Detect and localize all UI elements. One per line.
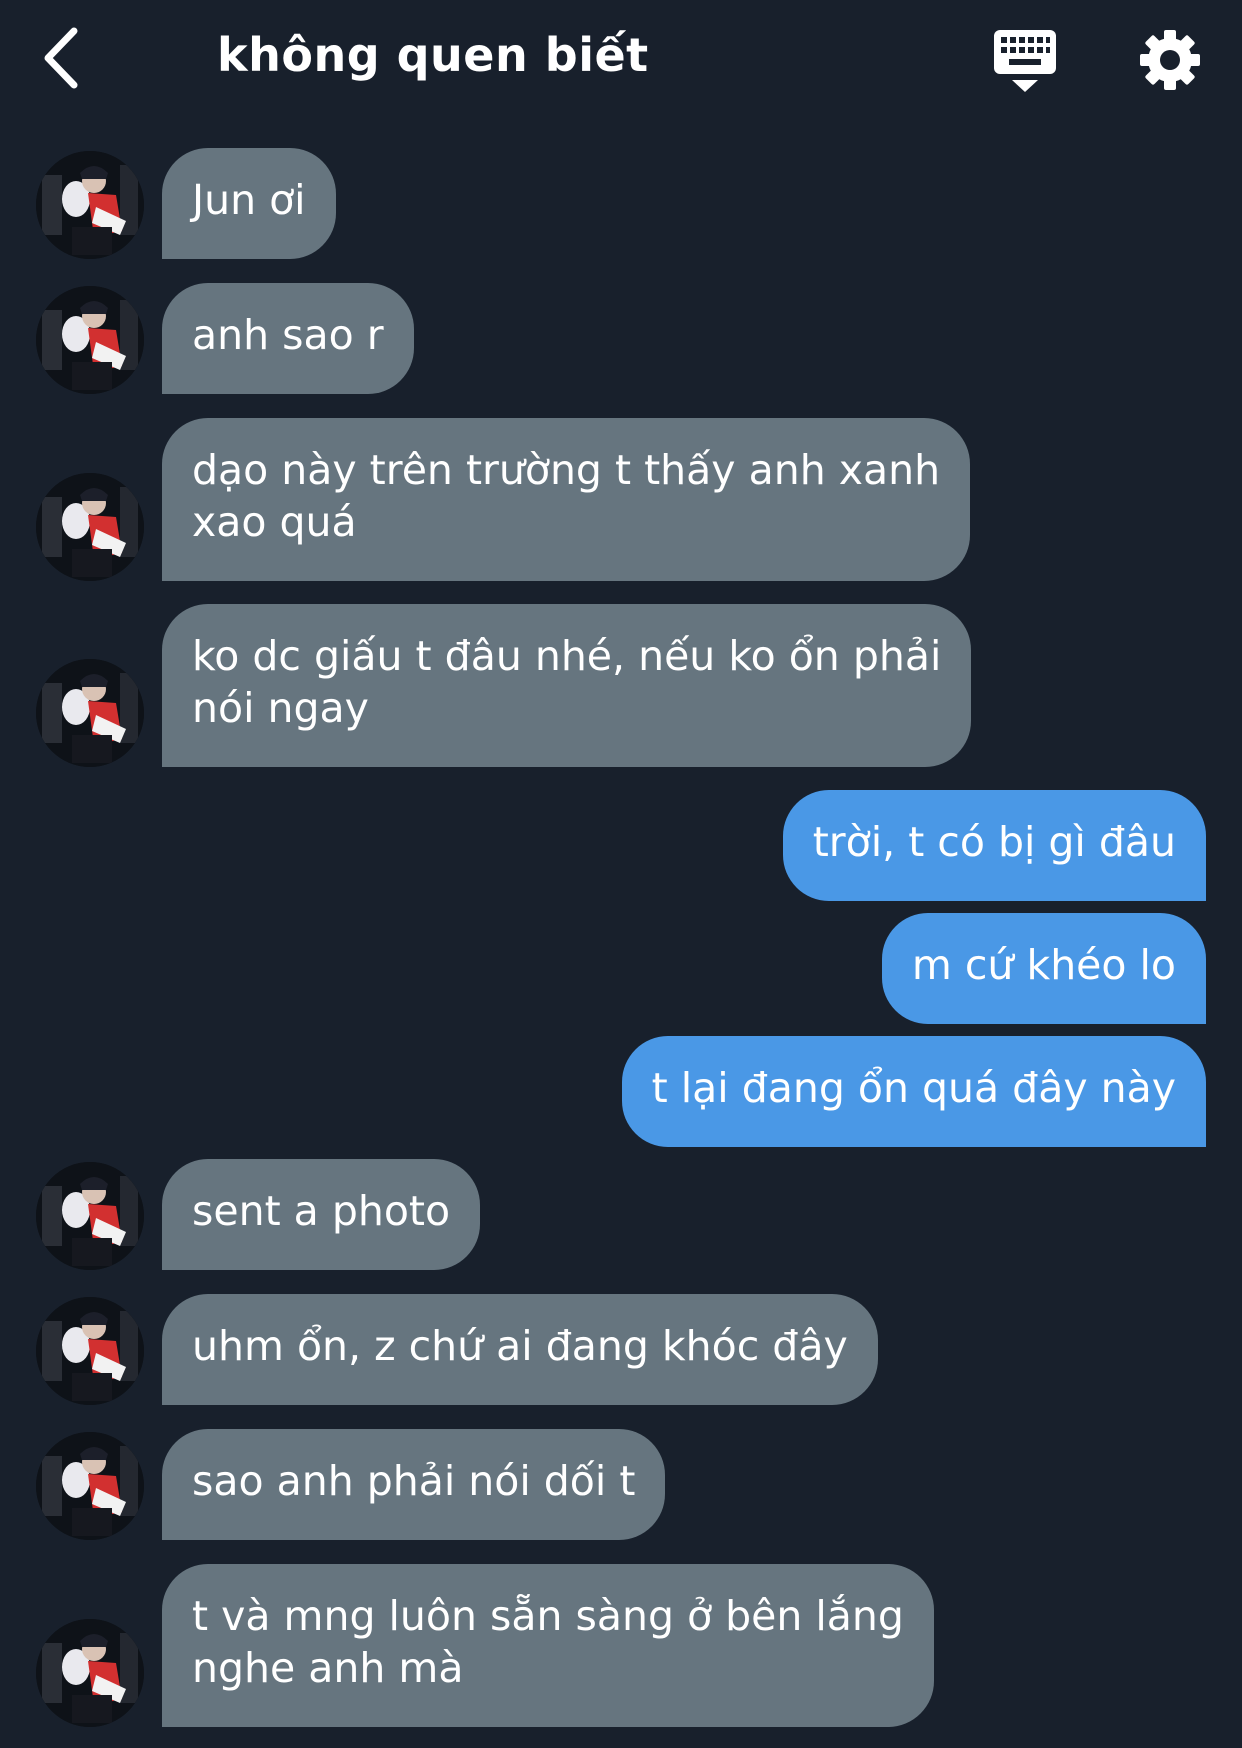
chat-screen: không quen biết Jun ơi anh sao r dạo này… — [0, 0, 1242, 1748]
message-bubble[interactable]: Jun ơi — [162, 148, 336, 259]
message-bubble[interactable]: dạo này trên trường t thấy anh xanh xao q… — [162, 418, 971, 581]
incoming-message: dạo này trên trường t thấy anh xanh xao q… — [0, 418, 1242, 581]
avatar[interactable] — [36, 473, 144, 581]
message-bubble[interactable]: ko dc giấu t đâu nhé, nếu ko ổn phải nói … — [162, 604, 972, 767]
message-text: ko dc giấu t đâu nhé, nếu ko ổn phải — [192, 632, 942, 680]
message-text: trời, t có bị gì đâu — [812, 818, 1176, 866]
message-text: dạo này trên trường t thấy anh xanh — [192, 446, 941, 494]
back-button[interactable] — [40, 25, 90, 91]
incoming-message: t và mng luôn sẵn sàng ở bên lắng nghe an… — [0, 1564, 1242, 1727]
avatar[interactable] — [36, 1162, 144, 1270]
incoming-message: sao anh phải nói dối t — [0, 1429, 1242, 1540]
keyboard-icon — [994, 30, 1056, 92]
message-text: Jun ơi — [192, 176, 306, 224]
avatar[interactable] — [36, 1297, 144, 1405]
outgoing-message: m cứ khéo lo — [0, 913, 1242, 1024]
message-bubble[interactable]: sent a photo — [162, 1159, 481, 1270]
message-bubble[interactable]: anh sao r — [162, 283, 414, 394]
outgoing-message: trời, t có bị gì đâu — [0, 790, 1242, 901]
message-bubble[interactable]: t lại đang ổn quá đây này — [621, 1036, 1206, 1147]
message-text: xao quá — [192, 498, 357, 546]
avatar[interactable] — [36, 1619, 144, 1727]
incoming-message: uhm ổn, z chứ ai đang khóc đây — [0, 1294, 1242, 1405]
chat-header: không quen biết — [0, 0, 1242, 120]
keyboard-button[interactable] — [993, 28, 1057, 94]
incoming-message: ko dc giấu t đâu nhé, nếu ko ổn phải nói … — [0, 604, 1242, 767]
message-bubble[interactable]: trời, t có bị gì đâu — [782, 790, 1206, 901]
message-text: uhm ổn, z chứ ai đang khóc đây — [192, 1322, 848, 1370]
message-bubble[interactable]: t và mng luôn sẵn sàng ở bên lắng nghe an… — [162, 1564, 934, 1727]
message-text: t và mng luôn sẵn sàng ở bên lắng — [192, 1592, 904, 1640]
avatar[interactable] — [36, 1432, 144, 1540]
message-bubble[interactable]: sao anh phải nói dối t — [162, 1429, 666, 1540]
message-text: m cứ khéo lo — [911, 941, 1176, 989]
message-bubble[interactable]: uhm ổn, z chứ ai đang khóc đây — [162, 1294, 878, 1405]
message-text: anh sao r — [192, 311, 384, 359]
avatar[interactable] — [36, 151, 144, 259]
message-text: nói ngay — [192, 684, 369, 732]
avatar[interactable] — [36, 659, 144, 767]
incoming-message: Jun ơi — [0, 148, 1242, 259]
outgoing-message: t lại đang ổn quá đây này — [0, 1036, 1242, 1147]
message-text: sent a photo — [192, 1187, 451, 1235]
settings-button[interactable] — [1138, 28, 1202, 92]
message-text: nghe anh mà — [192, 1644, 464, 1692]
message-bubble[interactable]: m cứ khéo lo — [881, 913, 1206, 1024]
incoming-message: anh sao r — [0, 283, 1242, 394]
chevron-left-icon — [44, 27, 78, 89]
gear-icon — [1140, 30, 1200, 90]
avatar[interactable] — [36, 286, 144, 394]
message-text: t lại đang ổn quá đây này — [651, 1064, 1176, 1112]
incoming-message: sent a photo — [0, 1159, 1242, 1270]
message-text: sao anh phải nói dối t — [192, 1457, 636, 1505]
page-title: không quen biết — [217, 28, 649, 82]
